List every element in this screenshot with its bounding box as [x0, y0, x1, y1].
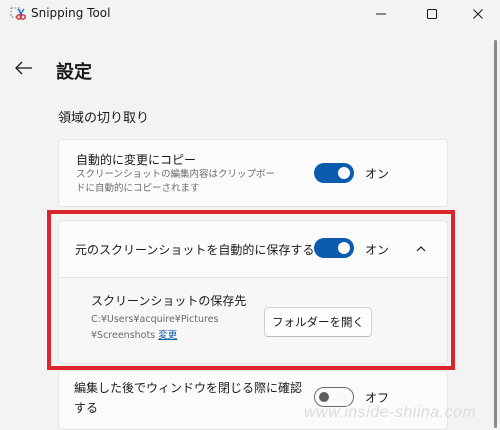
back-arrow-icon[interactable]	[14, 58, 34, 78]
maximize-button[interactable]	[409, 0, 455, 28]
auto-copy-description: スクリーンショットの編集内容はクリップボー	[76, 169, 276, 180]
auto-copy-description: ドに自動的にコピーされます	[76, 183, 200, 194]
page-title: 設定	[56, 62, 92, 83]
toggle-knob	[338, 167, 350, 179]
auto-copy-label: 自動的に変更にコピー	[76, 153, 197, 167]
close-icon	[473, 9, 483, 19]
minimize-button[interactable]	[358, 0, 404, 28]
maximize-icon	[427, 9, 437, 19]
auto-copy-setting: 自動的に変更にコピー スクリーンショットの編集内容はクリップボー ドに自動的にコ…	[58, 139, 448, 207]
section-title: 領域の切り取り	[58, 111, 150, 126]
snipping-tool-icon	[10, 7, 26, 20]
watermark: www.inside-shiina.com	[304, 404, 477, 421]
confirm-close-label: する	[74, 401, 99, 415]
auto-copy-toggle-label: オン	[365, 167, 390, 181]
title-bar: Snipping Tool	[0, 0, 500, 28]
confirm-close-label: 編集した後でウィンドウを閉じる際に確認	[74, 381, 303, 395]
highlight-box	[47, 210, 455, 370]
close-button[interactable]	[455, 0, 500, 28]
window-title: Snipping Tool	[31, 6, 111, 20]
auto-copy-toggle[interactable]	[314, 163, 354, 183]
toggle-knob	[319, 392, 329, 402]
minimize-icon	[376, 13, 386, 15]
scrollbar[interactable]	[494, 40, 497, 428]
